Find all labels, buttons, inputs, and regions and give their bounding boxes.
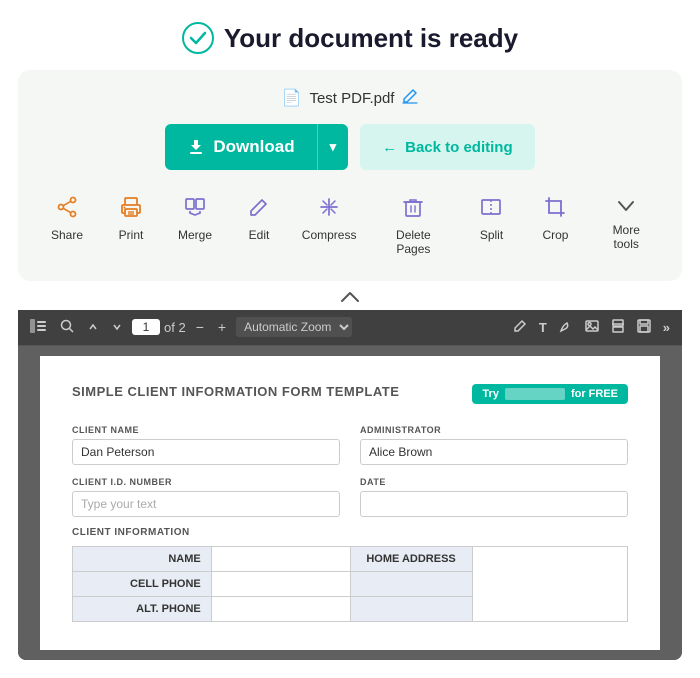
cell-phone-label-cell: CELL PHONE xyxy=(73,571,212,596)
delete-pages-icon xyxy=(402,196,424,224)
client-id-value: Type your text xyxy=(72,491,340,517)
pdf-pen-button[interactable] xyxy=(555,317,577,338)
tool-more-tools-label: More tools xyxy=(600,223,652,252)
name-value-cell xyxy=(211,546,350,571)
document-card: 📄 Test PDF.pdf Download ▾ ← Back to edit… xyxy=(18,70,682,281)
print-icon xyxy=(120,196,142,224)
pdf-print-button[interactable] xyxy=(607,317,629,338)
page-indicator: of 2 xyxy=(132,319,186,335)
page-number-input[interactable] xyxy=(132,319,160,335)
tool-merge-label: Merge xyxy=(178,228,212,242)
collapse-row xyxy=(0,281,700,310)
sidebar-toggle-button[interactable] xyxy=(26,317,50,338)
pdf-viewer: of 2 − + Automatic Zoom T xyxy=(18,310,682,660)
date-label: DATE xyxy=(360,477,628,487)
form-fields-grid: CLIENT NAME Dan Peterson ADMINISTRATOR A… xyxy=(72,425,628,517)
addr-empty-cell xyxy=(350,571,472,596)
download-icon xyxy=(187,138,205,156)
pdf-content-area: Try for FREE SIMPLE CLIENT INFORMATION F… xyxy=(18,346,682,660)
pdf-next-page-button[interactable] xyxy=(108,317,126,337)
pdf-draw-button[interactable] xyxy=(509,317,531,338)
download-button-main: Download xyxy=(165,124,317,170)
back-arrow-icon: ← xyxy=(382,139,397,156)
compress-icon xyxy=(318,196,340,224)
pdf-right-tools: T xyxy=(509,317,674,338)
try-text: Try xyxy=(482,388,499,400)
try-blur xyxy=(505,388,565,400)
pdf-zoom-out-button[interactable]: − xyxy=(192,317,208,337)
tool-compress-label: Compress xyxy=(302,228,357,242)
filename-label: Test PDF.pdf xyxy=(309,90,394,107)
alt-phone-label-cell: ALT. PHONE xyxy=(73,596,212,621)
crop-icon xyxy=(544,196,566,224)
download-dropdown-arrow[interactable]: ▾ xyxy=(318,124,349,170)
cell-phone-value-cell xyxy=(211,571,350,596)
client-name-label: CLIENT NAME xyxy=(72,425,340,435)
addr-empty-cell2 xyxy=(350,596,472,621)
edit-icon xyxy=(248,196,270,224)
field-client-name: CLIENT NAME Dan Peterson xyxy=(72,425,340,465)
tool-crop-label: Crop xyxy=(542,228,568,242)
date-value xyxy=(360,491,628,517)
page-total-label: of 2 xyxy=(164,320,186,335)
tool-more-tools[interactable]: More tools xyxy=(590,190,662,263)
merge-icon xyxy=(184,196,206,224)
client-info-section-title: CLIENT INFORMATION xyxy=(72,527,628,538)
try-badge[interactable]: Try for FREE xyxy=(472,384,628,404)
alt-phone-value-cell xyxy=(211,596,350,621)
split-icon xyxy=(480,196,502,224)
pdf-zoom-in-button[interactable]: + xyxy=(214,317,230,337)
administrator-label: ADMINISTRATOR xyxy=(360,425,628,435)
pdf-more-button[interactable]: » xyxy=(659,317,674,338)
tool-merge[interactable]: Merge xyxy=(166,190,224,263)
tool-print[interactable]: Print xyxy=(102,190,160,263)
tool-share[interactable]: Share xyxy=(38,190,96,263)
pdf-toolbar: of 2 − + Automatic Zoom T xyxy=(18,310,682,346)
field-administrator: ADMINISTRATOR Alice Brown xyxy=(360,425,628,465)
filename-row: 📄 Test PDF.pdf xyxy=(38,88,662,108)
tool-delete-pages-label: Delete Pages xyxy=(380,228,446,257)
check-circle-icon xyxy=(182,22,214,54)
pdf-prev-page-button[interactable] xyxy=(84,317,102,337)
page-title: Your document is ready xyxy=(224,23,518,54)
tool-delete-pages[interactable]: Delete Pages xyxy=(370,190,456,263)
client-info-table: NAME HOME ADDRESS CELL PHONE ALT. PHONE xyxy=(72,546,628,622)
tool-crop[interactable]: Crop xyxy=(526,190,584,263)
client-id-label: CLIENT I.D. NUMBER xyxy=(72,477,340,487)
table-row: NAME HOME ADDRESS xyxy=(73,546,628,571)
pdf-zoom-select[interactable]: Automatic Zoom xyxy=(236,317,352,337)
pdf-search-button[interactable] xyxy=(56,317,78,338)
try-suffix: for FREE xyxy=(571,388,618,400)
tool-split-label: Split xyxy=(480,228,503,242)
download-button[interactable]: Download ▾ xyxy=(165,124,348,170)
administrator-value: Alice Brown xyxy=(360,439,628,465)
pdf-text-button[interactable]: T xyxy=(535,317,551,338)
file-icon: 📄 xyxy=(282,88,302,108)
more-tools-icon xyxy=(615,196,637,219)
share-icon xyxy=(56,196,78,224)
edit-filename-icon[interactable] xyxy=(402,88,418,108)
client-name-value: Dan Peterson xyxy=(72,439,340,465)
tool-print-label: Print xyxy=(119,228,144,242)
field-client-id: CLIENT I.D. NUMBER Type your text xyxy=(72,477,340,517)
tool-share-label: Share xyxy=(51,228,83,242)
tool-compress[interactable]: Compress xyxy=(294,190,364,263)
pdf-page: Try for FREE SIMPLE CLIENT INFORMATION F… xyxy=(40,356,660,650)
collapse-button[interactable] xyxy=(340,287,360,308)
home-address-label-cell: HOME ADDRESS xyxy=(350,546,472,571)
home-address-value-cell xyxy=(472,546,627,621)
pdf-save-button[interactable] xyxy=(633,317,655,338)
field-date: DATE xyxy=(360,477,628,517)
tool-edit[interactable]: Edit xyxy=(230,190,288,263)
back-to-editing-button[interactable]: ← Back to editing xyxy=(360,124,535,170)
name-label-cell: NAME xyxy=(73,546,212,571)
tool-split[interactable]: Split xyxy=(462,190,520,263)
action-buttons-row: Download ▾ ← Back to editing xyxy=(38,124,662,170)
pdf-image-button[interactable] xyxy=(581,317,603,338)
tools-row: Share Print xyxy=(38,190,662,267)
header: Your document is ready xyxy=(0,0,700,70)
tool-edit-label: Edit xyxy=(249,228,270,242)
